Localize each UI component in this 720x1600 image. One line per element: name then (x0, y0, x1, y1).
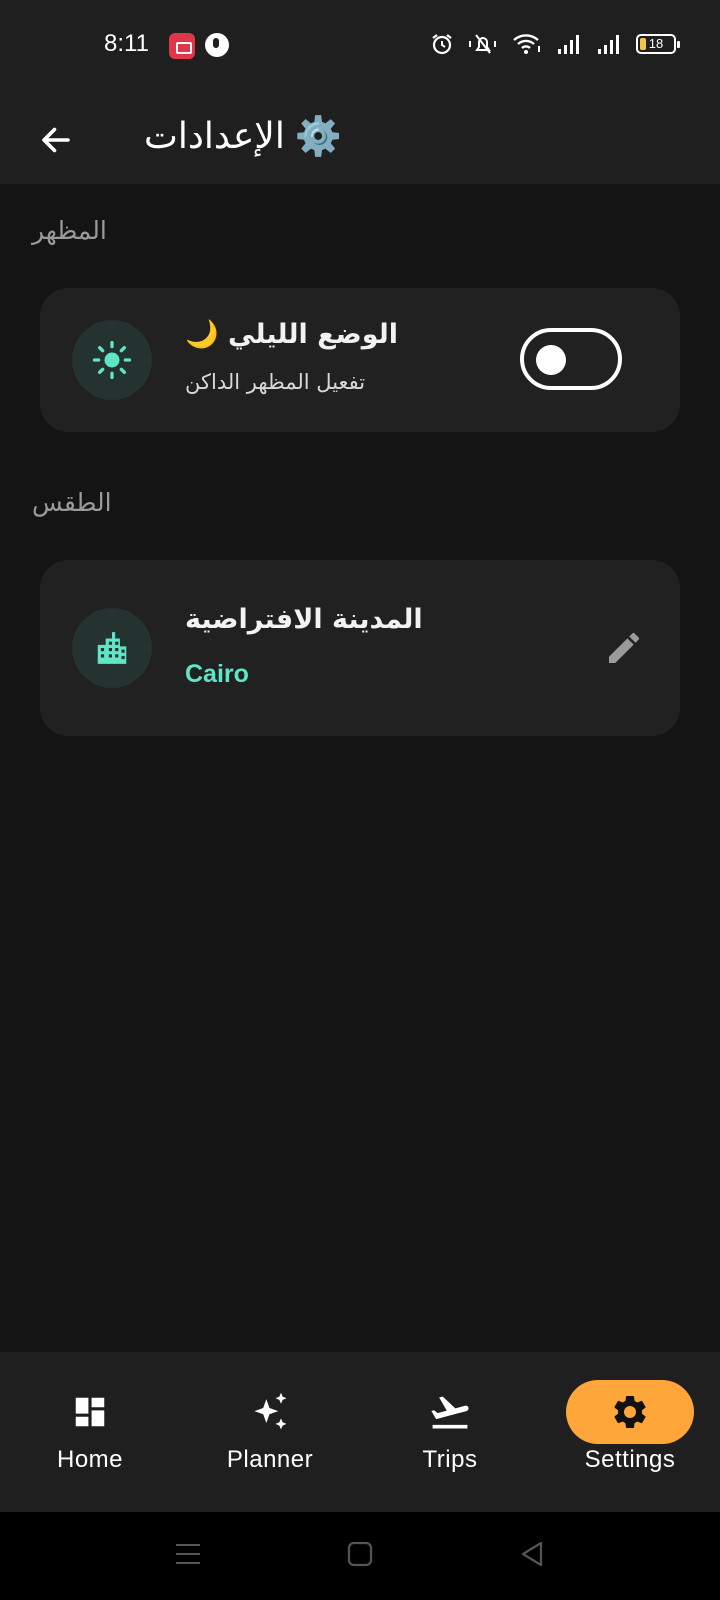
city-icon-container (72, 608, 152, 688)
night-mode-title: الوضع الليلي 🌙 (185, 318, 398, 350)
screen-record-icon (169, 33, 195, 59)
section-label-appearance: المظهر (32, 216, 107, 245)
default-city-value: Cairo (185, 660, 249, 688)
flight-takeoff-icon (431, 1396, 469, 1429)
wifi-icon (513, 34, 540, 54)
nav-item-planner[interactable]: Planner (180, 1352, 360, 1512)
status-bar: 8:11 18 (0, 0, 720, 90)
nav-label-trips: Trips (422, 1446, 478, 1473)
nav-label-settings: Settings (584, 1446, 676, 1473)
night-mode-card: الوضع الليلي 🌙 تفعيل المظهر الداكن (40, 288, 680, 432)
menu-icon[interactable] (174, 1540, 202, 1568)
system-navigation-bar (0, 1512, 720, 1600)
nav-item-home[interactable]: Home (0, 1352, 180, 1512)
alarm-icon (432, 34, 452, 55)
mute-icon (469, 34, 496, 54)
page-title-text: الإعدادات (144, 115, 285, 157)
home-square-icon[interactable] (346, 1540, 374, 1568)
arrow-back-icon (42, 127, 70, 153)
signal-icon-2 (598, 35, 619, 54)
nav-label-planner: Planner (226, 1446, 314, 1473)
city-icon (97, 632, 127, 664)
edit-city-button[interactable] (600, 624, 648, 672)
dashboard-icon (75, 1397, 105, 1427)
night-mode-title-text: الوضع الليلي (228, 319, 399, 350)
section-label-weather: الطقس (32, 488, 112, 517)
sun-icon-container (72, 320, 152, 400)
back-button[interactable] (30, 114, 82, 166)
toggle-knob (536, 345, 566, 375)
app-notification-icon (205, 33, 229, 57)
sparkle-icon (254, 1392, 287, 1430)
app-bar: ⚙️ الإعدادات (0, 90, 720, 184)
edit-icon (609, 632, 639, 663)
night-mode-toggle[interactable] (520, 328, 622, 390)
gear-emoji-icon: ⚙️ (294, 113, 343, 158)
battery-icon: 18 (636, 34, 680, 54)
night-mode-subtitle: تفعيل المظهر الداكن (185, 370, 366, 394)
gear-icon (614, 1396, 646, 1428)
bottom-navigation: Home Planner Trips Settings (0, 1352, 720, 1512)
nav-item-settings[interactable]: Settings (540, 1352, 720, 1512)
page-title: ⚙️ الإعدادات (144, 108, 342, 164)
status-time: 8:11 (104, 30, 149, 57)
nav-icon-container (26, 1380, 154, 1444)
battery-level: 18 (648, 36, 664, 51)
sun-icon (92, 340, 132, 380)
nav-icon-container (386, 1380, 514, 1444)
nav-label-home: Home (56, 1446, 124, 1473)
nav-icon-container (206, 1380, 334, 1444)
moon-icon: 🌙 (185, 319, 219, 350)
nav-item-trips[interactable]: Trips (360, 1352, 540, 1512)
default-city-title: المدينة الافتراضية (185, 604, 423, 635)
signal-icon (558, 35, 579, 54)
nav-icon-container (566, 1380, 694, 1444)
default-city-card[interactable]: المدينة الافتراضية Cairo (40, 560, 680, 736)
back-triangle-icon[interactable] (518, 1540, 546, 1568)
